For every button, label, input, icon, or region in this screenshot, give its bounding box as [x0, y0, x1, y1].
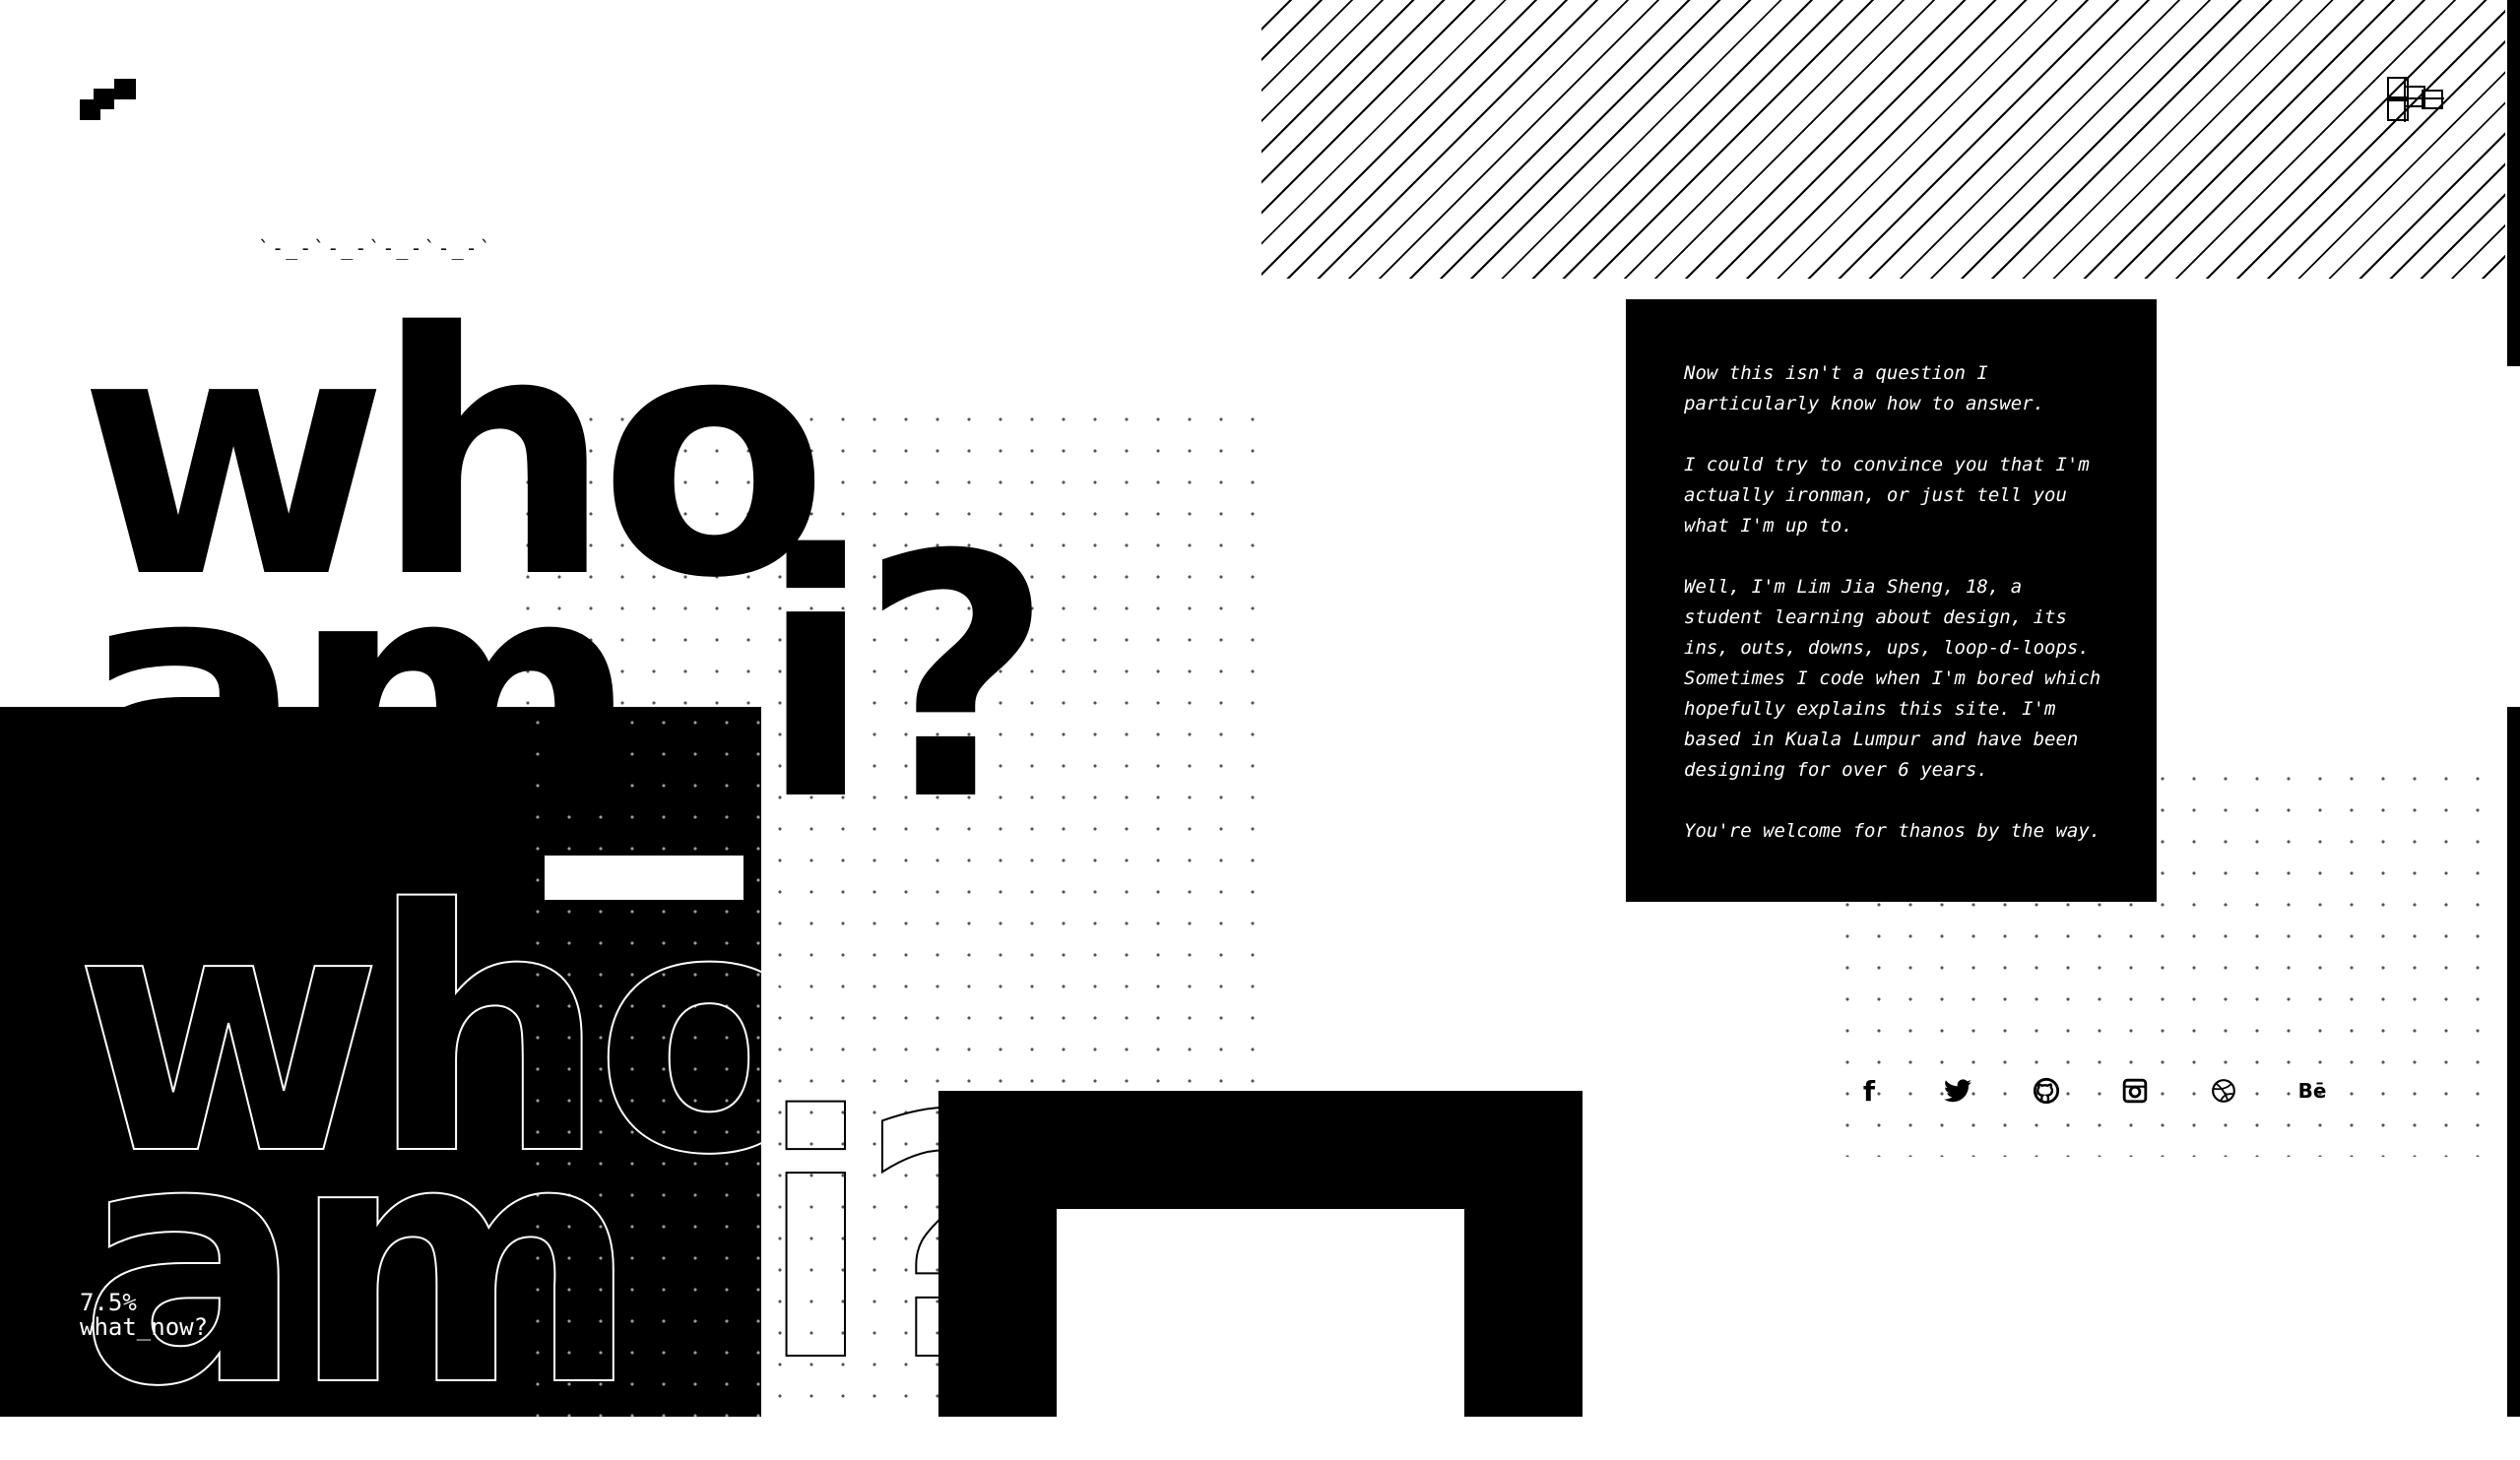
- what-now-prompt[interactable]: what_now?: [80, 1315, 208, 1340]
- facebook-icon[interactable]: f: [1851, 1073, 1887, 1109]
- pixel-logo-icon[interactable]: [80, 79, 137, 120]
- about-card: Now this isn't a question I particularly…: [1626, 299, 2157, 902]
- about-paragraph-3: Well, I'm Lim Jia Sheng, 18, a student l…: [1684, 576, 2101, 781]
- instagram-icon[interactable]: [2117, 1073, 2153, 1109]
- facebook-glyph: f: [1862, 1074, 1876, 1108]
- twitter-glyph: [1944, 1079, 1971, 1103]
- instagram-glyph: [2122, 1078, 2148, 1104]
- hero-outline-i: i?: [757, 1046, 1055, 1435]
- dribbble-glyph: [2212, 1079, 2235, 1103]
- hero-word-am: am: [79, 504, 640, 894]
- progress-value: 7.5%: [80, 1289, 137, 1316]
- about-paragraph-1: Now this isn't a question I particularly…: [1684, 362, 2045, 414]
- edge-bar-top: [2507, 0, 2520, 366]
- hero-outline-am: am: [78, 1070, 641, 1460]
- github-glyph: [2033, 1077, 2060, 1105]
- edge-bar-bottom: [2507, 707, 2520, 1417]
- behance-icon[interactable]: Bē: [2294, 1073, 2330, 1109]
- about-paragraph-2: I could try to convince you that I'm act…: [1684, 454, 2090, 537]
- hero-word-i: i?: [758, 484, 1054, 874]
- social-links: f Bē: [1851, 1073, 2330, 1109]
- github-icon[interactable]: [2029, 1073, 2064, 1109]
- status-readout: 7.5% what_now?: [80, 1291, 208, 1340]
- diagonal-hatch-pattern: [1261, 0, 2505, 279]
- dribbble-icon[interactable]: [2206, 1073, 2241, 1109]
- hash-grid-menu-icon[interactable]: [2387, 77, 2444, 122]
- twitter-icon[interactable]: [1940, 1073, 1975, 1109]
- about-paragraph-4: You're welcome for thanos by the way.: [1684, 820, 2101, 842]
- white-inset-square: [1057, 1209, 1464, 1417]
- wave-decoration: `-_-`-_-`-_-`-_-`: [258, 236, 493, 260]
- behance-glyph: Bē: [2297, 1079, 2327, 1103]
